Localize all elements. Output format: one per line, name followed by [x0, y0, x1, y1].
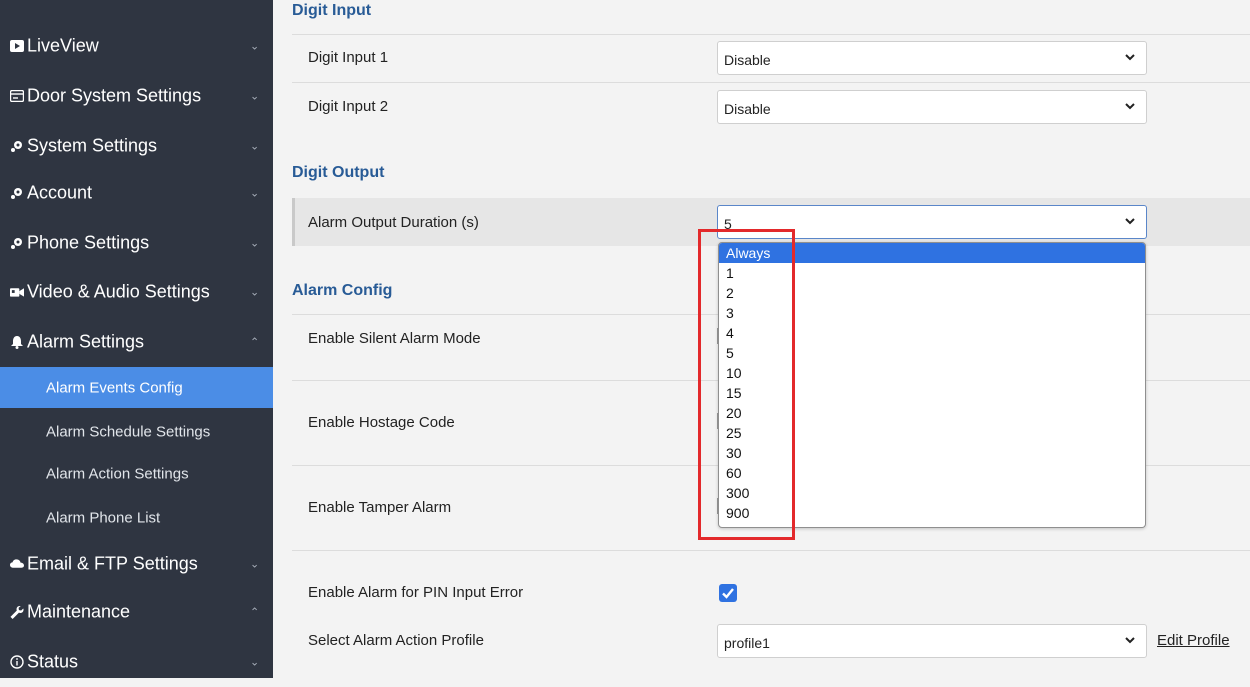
chevron-down-icon: ⌄: [250, 140, 260, 153]
chevron-down-icon: ⌄: [250, 40, 260, 53]
divider: [292, 34, 1250, 35]
section-title-digit-input: Digit Input: [292, 2, 372, 19]
select-value: Disable: [724, 101, 771, 117]
sidebar-subitem-label: Alarm Phone List: [46, 509, 161, 526]
sidebar-subitem-alarm-events-config[interactable]: Alarm Events Config: [0, 367, 273, 408]
row-label-digit-input-2: Digit Input 2: [308, 98, 389, 115]
chevron-down-icon: ⌄: [250, 558, 260, 571]
sidebar-subitem-label: Alarm Schedule Settings: [46, 423, 211, 440]
sidebar-item-account[interactable]: Account ⌄: [0, 168, 273, 218]
row-label-enable-hostage-code: Enable Hostage Code: [308, 414, 455, 431]
chevron-down-icon: ⌄: [250, 90, 260, 103]
sidebar-item-label: Alarm Settings: [27, 331, 145, 352]
bell-icon: [10, 335, 24, 349]
sidebar-item-label: Account: [27, 182, 93, 203]
sidebar-item-maintenance[interactable]: Maintenance ⌃: [0, 587, 273, 637]
cloud-icon: [10, 557, 24, 571]
chevron-down-icon: [1125, 218, 1135, 225]
chevron-down-icon: ⌄: [250, 656, 260, 669]
door-icon: [10, 89, 24, 103]
sidebar-item-label: Maintenance: [27, 601, 131, 622]
row-label-alarm-output-duration: Alarm Output Duration (s): [308, 214, 479, 231]
sidebar-item-alarm-settings[interactable]: Alarm Settings ⌃: [0, 317, 273, 367]
info-icon: [10, 655, 24, 669]
sidebar-item-label: Video & Audio Settings: [27, 281, 210, 302]
row-label-enable-alarm-pin-error: Enable Alarm for PIN Input Error: [308, 584, 524, 601]
checkmark-icon: [722, 588, 734, 599]
edit-profile-link[interactable]: Edit Profile: [1157, 632, 1230, 649]
section-title-alarm-config: Alarm Config: [292, 282, 393, 299]
sidebar-item-door-system-settings[interactable]: Door System Settings ⌄: [0, 71, 273, 121]
row-label-digit-input-1: Digit Input 1: [308, 49, 389, 66]
chevron-up-icon: ⌃: [250, 606, 260, 619]
sidebar: LiveView ⌄ Door System Settings ⌄ System…: [0, 0, 273, 678]
annotation-highlight-box: [698, 229, 795, 540]
sidebar-item-label: Status: [27, 651, 79, 672]
select-value: Disable: [724, 52, 771, 68]
pin-input-error-checkbox[interactable]: [719, 584, 737, 602]
digit-input-2-select[interactable]: Disable: [717, 90, 1147, 124]
chevron-up-icon: ⌃: [250, 336, 260, 349]
sidebar-subitem-alarm-schedule-settings[interactable]: Alarm Schedule Settings: [0, 411, 273, 452]
chevron-down-icon: ⌄: [250, 187, 260, 200]
sidebar-subitem-alarm-action-settings[interactable]: Alarm Action Settings: [0, 453, 273, 494]
sidebar-item-label: LiveView: [27, 35, 99, 56]
gear-icon: [10, 236, 24, 250]
sidebar-item-liveview[interactable]: LiveView ⌄: [0, 21, 273, 71]
sidebar-item-label: Phone Settings: [27, 232, 150, 253]
chevron-down-icon: ⌄: [250, 286, 260, 299]
divider: [292, 550, 1250, 551]
gear-icon: [10, 186, 24, 200]
section-title-digit-output: Digit Output: [292, 164, 385, 181]
wrench-icon: [10, 605, 24, 619]
sidebar-item-video-audio-settings[interactable]: Video & Audio Settings ⌄: [0, 267, 273, 317]
digit-input-1-select[interactable]: Disable: [717, 41, 1147, 75]
chevron-down-icon: [1125, 637, 1135, 644]
sidebar-item-label: Email & FTP Settings: [27, 553, 198, 574]
chevron-down-icon: [1125, 54, 1135, 61]
video-icon: [10, 39, 24, 53]
chevron-down-icon: [1125, 103, 1135, 110]
sidebar-subitem-alarm-phone-list[interactable]: Alarm Phone List: [0, 497, 273, 538]
sidebar-item-label: System Settings: [27, 135, 158, 156]
divider: [292, 82, 1250, 83]
select-value: profile1: [724, 635, 770, 651]
sidebar-item-label: Door System Settings: [27, 85, 202, 106]
gear-icon: [10, 139, 24, 153]
camera-icon: [10, 285, 24, 299]
sidebar-subitem-label: Alarm Action Settings: [46, 465, 189, 482]
alarm-action-profile-select[interactable]: profile1: [717, 624, 1147, 658]
sidebar-item-system-settings[interactable]: System Settings ⌄: [0, 121, 273, 171]
sidebar-item-status[interactable]: Status ⌄: [0, 637, 273, 687]
chevron-down-icon: ⌄: [250, 237, 260, 250]
row-label-enable-silent-alarm-mode: Enable Silent Alarm Mode: [308, 330, 481, 347]
row-label-select-alarm-action-profile: Select Alarm Action Profile: [308, 632, 484, 649]
sidebar-item-email-ftp-settings[interactable]: Email & FTP Settings ⌄: [0, 539, 273, 589]
row-label-enable-tamper-alarm: Enable Tamper Alarm: [308, 499, 452, 516]
sidebar-item-phone-settings[interactable]: Phone Settings ⌄: [0, 218, 273, 268]
sidebar-subitem-label: Alarm Events Config: [46, 379, 183, 396]
